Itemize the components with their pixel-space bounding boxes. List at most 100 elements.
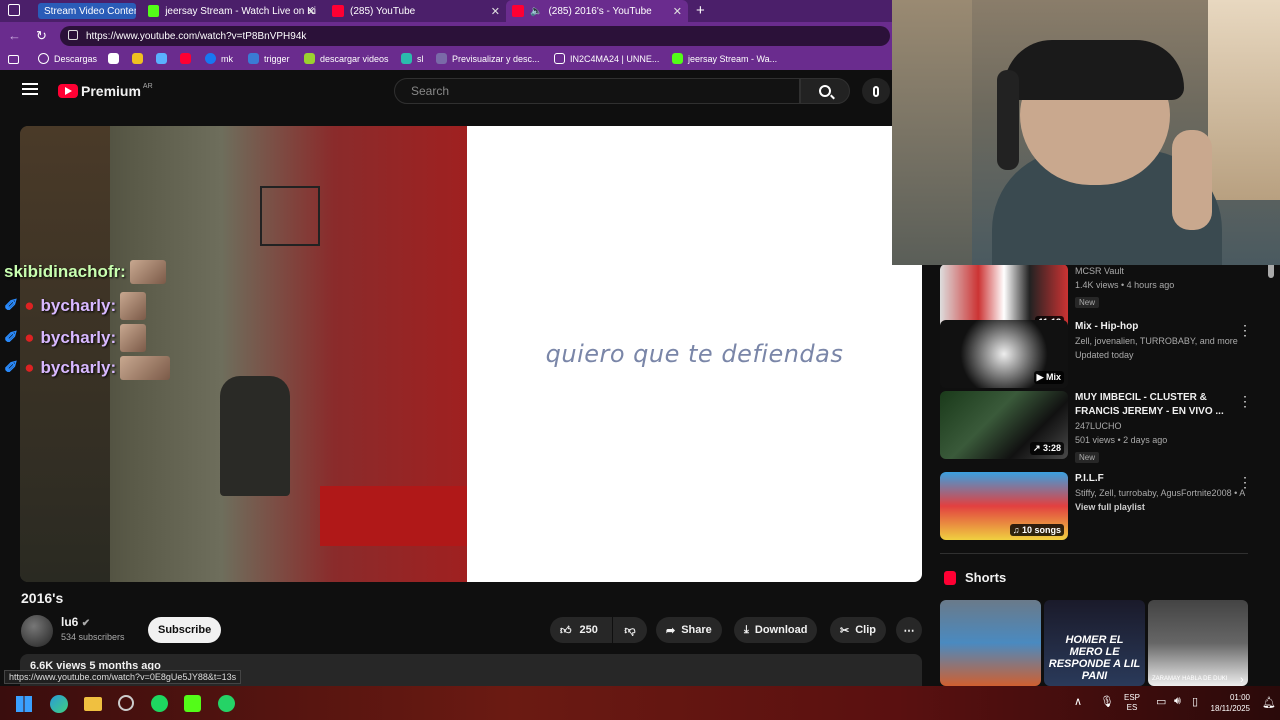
mix-thumbnail[interactable]: ▶︎ Mix [940,320,1068,388]
chat-message: ✐ ● bycharly: [4,324,147,352]
verified-icon: ✔ [81,618,91,629]
seated-person [220,376,290,496]
bookmark-unne[interactable]: IN2C4MA24 | UNNE... [554,53,659,64]
video-thumbnail[interactable]: ↗ 3:28 [940,391,1068,459]
download-button[interactable]: ⤓ Download [734,617,818,643]
bookmark-label: trigger [264,53,290,64]
tab-youtube-video[interactable]: 🔈 (285) 2016's - YouTube ✕ [506,0,688,22]
more-icon[interactable]: ⋮ [1238,393,1252,410]
bookmark-ext1[interactable] [132,53,148,64]
channel-name[interactable]: lu6 ✔ [61,615,90,629]
kick-icon [672,53,683,64]
menu-icon[interactable] [22,83,38,95]
related-playlist[interactable]: ♫ 10 songs P.I.L.F Stiffy, Zell, turroba… [940,472,1252,542]
close-icon[interactable]: ✕ [491,5,500,18]
chevron-up-icon[interactable]: ∧ [1074,695,1082,708]
video-player[interactable]: quiero que te defiendas [20,126,922,582]
more-icon[interactable]: ⋮ [1238,322,1252,339]
edge-icon[interactable] [50,695,68,713]
short-thumbnail[interactable]: HOMER EL MERO LE RESPONDE A LIL PANI [1044,600,1145,686]
gear-icon [156,53,167,64]
close-icon[interactable]: ✕ [673,5,682,18]
bookmark-ext2[interactable] [156,53,172,64]
related-mix[interactable]: ▶︎ Mix Mix - Hip-hop Zell, jovenalien, T… [940,320,1252,390]
short-thumbnail[interactable] [940,600,1041,686]
shorts-title: Shorts [965,570,1007,585]
short-thumbnail[interactable]: ZARAMAY HABLA DE DUKI [1148,600,1248,686]
site-info-icon[interactable] [68,30,78,40]
more-actions-button[interactable]: ⋯ [896,617,922,643]
bookmark-sl[interactable]: sl [401,53,424,64]
clock[interactable]: 01:00 18/11/2025 [1198,692,1250,714]
playlist-thumbnail[interactable]: ♫ 10 songs [940,472,1068,540]
folder-icon[interactable] [84,697,102,711]
star-icon [132,53,143,64]
bookmark-chat[interactable] [108,53,124,64]
channel-name: MCSR Vault [1075,266,1124,276]
playlist-artists: Stiffy, Zell, turrobaby, AgusFortnite200… [1075,488,1245,498]
video-stats: 1.4K views • 4 hours ago [1075,280,1175,290]
reload-icon[interactable]: ↻ [36,28,47,44]
bookmark-label: descargar videos [320,53,389,64]
like-button[interactable]: 👍︎ 250 [550,617,612,643]
bookmark-previsualizar[interactable]: Previsualizar y desc... [436,53,540,64]
mic-icon [873,85,879,97]
language-indicator[interactable]: ESP ES [1124,693,1140,713]
bookmark-kick[interactable]: jeersay Stream - Wa... [672,53,777,64]
collections-icon[interactable] [8,55,19,64]
sub-badge-icon: ● [24,358,35,377]
dislike-button[interactable]: 👎︎ [613,617,647,643]
clip-button[interactable]: ✂ Clip [830,617,886,643]
video-title[interactable]: Mix - Hip-hop [1075,320,1245,334]
tab-actions-icon[interactable] [8,4,20,16]
search-input[interactable]: Search [394,78,800,104]
mic-icon[interactable]: 🎙︎ [1100,695,1114,708]
avatar[interactable] [21,615,53,647]
new-tab-button[interactable]: + [696,2,705,19]
related-video[interactable]: ↗ 3:28 MUY IMBECIL - CLUSTER & FRANCIS J… [940,391,1252,463]
tab-group-label[interactable]: Stream Video Content [38,3,136,19]
kick-icon[interactable] [184,695,201,712]
video-info: P.I.L.F Stiffy, Zell, turrobaby, AgusFor… [1075,472,1245,514]
chat-username: bycharly: [40,296,117,315]
spotify-icon[interactable] [151,695,168,712]
notifications-icon[interactable]: 🔔︎ [1262,696,1276,709]
bookmark-descargas[interactable]: Descargas [38,53,97,64]
whatsapp-icon[interactable] [218,695,235,712]
more-icon[interactable]: ⋮ [1238,474,1252,491]
video-title[interactable]: MUY IMBECIL - CLUSTER & FRANCIS JEREMY -… [1075,391,1245,419]
tab-kick[interactable]: jeersay Stream - Watch Live on Ki ✕ [142,0,322,22]
bookmark-mk[interactable]: mk [205,53,233,64]
youtube-logo[interactable]: Premium AR [58,83,153,99]
download-icon: ⤓ [744,623,749,636]
close-icon[interactable]: ✕ [307,5,316,18]
video-title[interactable]: P.I.L.F [1075,472,1245,486]
volume-icon[interactable]: 🔊︎ [1174,695,1181,708]
download-icon [304,53,315,64]
back-icon[interactable]: ← [8,28,21,43]
shorts-header: Shorts [944,570,1006,585]
bandana [1004,40,1184,100]
channel-name-text: lu6 [61,615,79,629]
share-button[interactable]: ➦ Share [656,617,722,643]
bookmark-descargar-videos[interactable]: descargar videos [304,53,389,64]
chat-username: bycharly: [40,328,117,347]
mix-updated: Updated today [1075,350,1134,360]
chevron-right-icon[interactable]: › [1240,674,1244,686]
url-field[interactable]: https://www.youtube.com/watch?v=tP8BnVPH… [60,26,890,46]
network-icon[interactable]: ▭ [1156,695,1166,708]
windows-start-icon[interactable] [16,696,32,712]
search-button[interactable] [800,78,850,104]
voice-search-button[interactable] [862,78,890,104]
bookmark-youtube[interactable] [180,53,196,64]
search-placeholder: Search [411,84,450,98]
badge-label: 10 songs [1021,525,1061,535]
headphone [997,70,1019,170]
view-playlist-link[interactable]: View full playlist [1075,500,1245,514]
subscribe-button[interactable]: Subscribe [148,617,222,643]
bookmark-trigger[interactable]: trigger [248,53,290,64]
bookmark-label: Previsualizar y desc... [452,53,540,64]
subscriber-count: 534 subscribers [61,632,125,642]
obs-icon[interactable] [118,695,134,711]
tab-youtube-home[interactable]: (285) YouTube ✕ [326,0,506,22]
